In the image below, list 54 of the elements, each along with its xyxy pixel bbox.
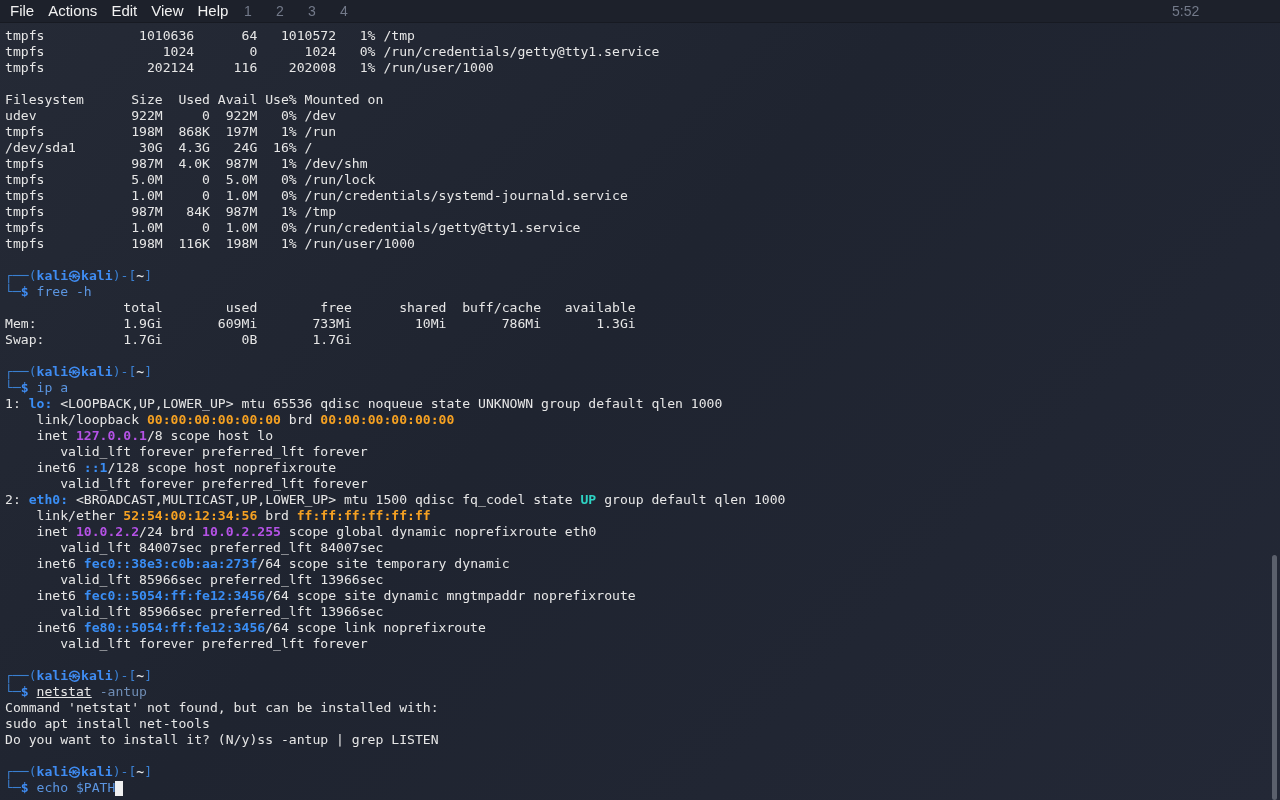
terminal-line: Command 'netstat' not found, but can be installed with: (5, 700, 440, 716)
terminal-line: tmpfs 202124 116 202008 1% /run/user/1000 (5, 60, 495, 76)
workspace-number[interactable]: 1 (244, 3, 252, 19)
menu-item[interactable]: Actions (41, 0, 105, 22)
terminal-line: tmpfs 1024 0 1024 0% /run/credentials/getty@tty1.service (5, 44, 661, 60)
terminal-line: Filesystem Size Used Avail Use% Mounted on (5, 92, 385, 108)
terminal-line: └─$ ip a (5, 380, 69, 396)
terminal-line: inet6 fec0::5054:ff:fe12:3456/64 scope site dynamic mngtmpaddr noprefixroute (35, 588, 636, 604)
terminal-line: inet 10.0.2.2/24 brd 10.0.2.255 scope global dynamic noprefixroute eth0 (35, 524, 597, 540)
terminal-line: valid_lft 84007sec preferred_lft 84007sec (59, 540, 385, 556)
terminal-line: inet6 fe80::5054:ff:fe12:3456/64 scope link noprefixroute (35, 620, 486, 636)
terminal-line: valid_lft forever preferred_lft forever (59, 476, 369, 492)
terminal-line: link/loopback 00:00:00:00:00:00 brd 00:00:00:00:00:00 (35, 412, 455, 428)
terminal-line: tmpfs 198M 868K 197M 1% /run (5, 124, 338, 140)
terminal-line: tmpfs 198M 116K 198M 1% /run/user/1000 (5, 236, 416, 252)
terminal-line: sudo apt install net-tools (5, 716, 211, 732)
terminal-line: tmpfs 987M 84K 987M 1% /tmp (5, 204, 338, 220)
terminal-line: ┌──(kali㉿kali)-[~] (5, 764, 153, 780)
terminal-line: tmpfs 1.0M 0 1.0M 0% /run/credentials/systemd-journald.service (5, 188, 629, 204)
menu-item[interactable]: Edit (104, 0, 145, 22)
terminal-line: valid_lft forever preferred_lft forever (59, 444, 369, 460)
terminal-line: valid_lft 85966sec preferred_lft 13966sec (59, 572, 385, 588)
terminal-line: link/ether 52:54:00:12:34:56 brd ff:ff:ff:ff:ff:ff (35, 508, 431, 524)
terminal-line: Do you want to install it? (N/y)ss -antup | grep LISTEN (5, 732, 440, 748)
workspace-number[interactable]: 2 (276, 3, 284, 19)
terminal-line: ┌──(kali㉿kali)-[~] (5, 364, 153, 380)
terminal-line: inet6 ::1/128 scope host noprefixroute (35, 460, 337, 476)
menu-item[interactable]: File (3, 0, 42, 22)
terminal-line: valid_lft forever preferred_lft forever (59, 636, 369, 652)
menu-item[interactable]: View (144, 0, 191, 22)
terminal-line: tmpfs 1.0M 0 1.0M 0% /run/credentials/getty@tty1.service (5, 220, 582, 236)
terminal-line: └─$ netstat -antup (5, 684, 147, 700)
terminal-line: udev 922M 0 922M 0% /dev (5, 108, 338, 124)
terminal-line: └─$ free -h (5, 284, 92, 300)
scrollbar-thumb[interactable] (1272, 555, 1277, 800)
menu-item[interactable]: Help (190, 0, 236, 22)
terminal-line: tmpfs 1010636 64 1010572 1% /tmp (5, 28, 416, 44)
terminal-line: inet6 fec0::38e3:c0b:aa:273f/64 scope site temporary dynamic (35, 556, 510, 572)
terminal-line: 2: eth0: <BROADCAST,MULTICAST,UP,LOWER_UP> mtu 1500 qdisc fq_codel state UP group default qlen 1000 (5, 492, 786, 508)
terminal-line: Mem: 1.9Gi 609Mi 733Mi 10Mi 786Mi 1.3Gi (5, 316, 637, 332)
terminal-line: └─$ echo $PATH (5, 780, 116, 796)
terminal-line: Swap: 1.7Gi 0B 1.7Gi (5, 332, 353, 348)
terminal-line: inet 127.0.0.1/8 scope host lo (35, 428, 274, 444)
clock: 5:52 (1172, 3, 1200, 19)
terminal-line: valid_lft 85966sec preferred_lft 13966sec (59, 604, 385, 620)
terminal-line: 1: lo: <LOOPBACK,UP,LOWER_UP> mtu 65536 qdisc noqueue state UNKNOWN group default qlen 1000 (5, 396, 723, 412)
terminal-line: tmpfs 987M 4.0K 987M 1% /dev/shm (5, 156, 369, 172)
workspace-number[interactable]: 4 (340, 3, 348, 19)
terminal-line: ┌──(kali㉿kali)-[~] (5, 668, 153, 684)
terminal-line: total used free shared buff/cache available (122, 300, 637, 316)
terminal-line: tmpfs 5.0M 0 5.0M 0% /run/lock (5, 172, 377, 188)
workspace-number[interactable]: 3 (308, 3, 316, 19)
terminal-line: ┌──(kali㉿kali)-[~] (5, 268, 153, 284)
terminal-line: /dev/sda1 30G 4.3G 24G 16% / (5, 140, 314, 156)
